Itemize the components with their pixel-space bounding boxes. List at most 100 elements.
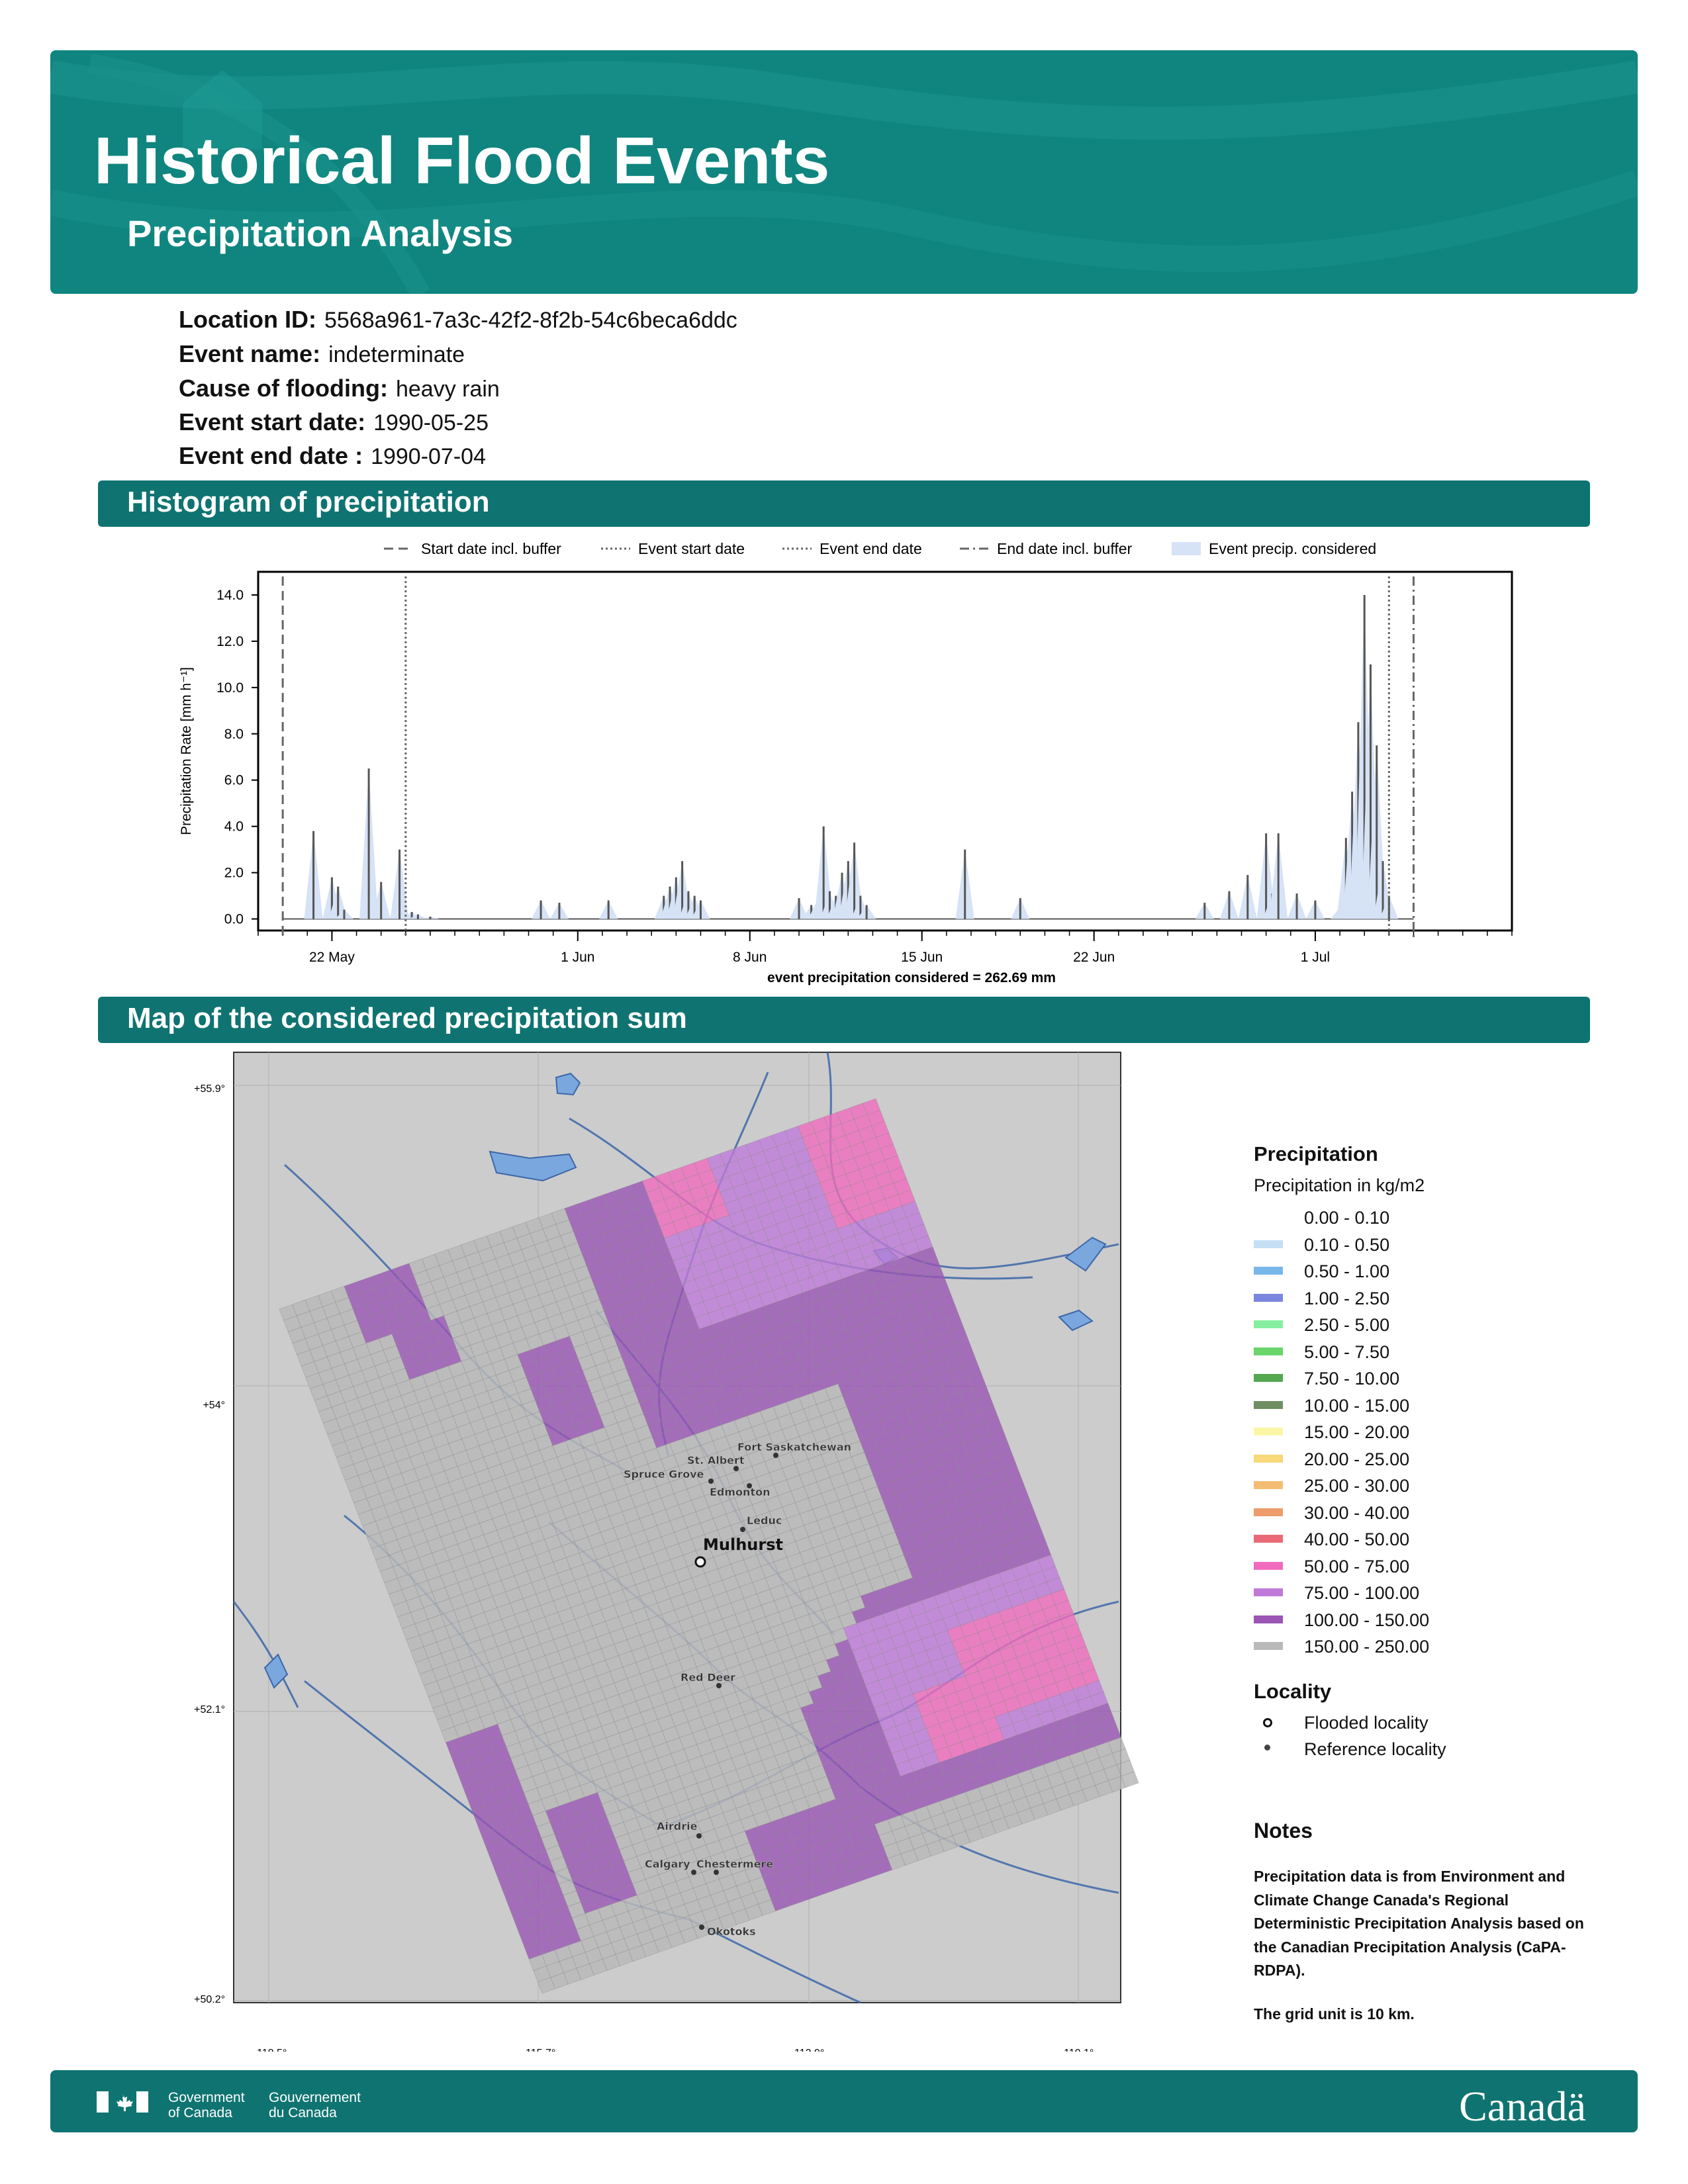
notes-grid-unit: The grid unit is 10 km. xyxy=(1254,2005,1415,2023)
notes-title: Notes xyxy=(1254,1819,1313,1843)
legend-swatch xyxy=(1254,1588,1283,1596)
gouvernement-du-canada-text: Gouvernement du Canada xyxy=(269,2090,361,2120)
legend-bin: 0.50 - 1.00 xyxy=(1254,1261,1624,1289)
precipitation-map: Fort SaskatchewanSt. AlbertSpruce Grove E… xyxy=(194,1052,1139,2052)
reference-locality-marker xyxy=(708,1479,714,1484)
chart-legend: Start date incl. buffer Event start date E… xyxy=(384,540,1376,557)
legend-bins: 0.00 - 0.10 0.10 - 0.50 0.50 - 1.00 1.00 - … xyxy=(1254,1208,1624,1664)
cause-label: Cause of flooding: xyxy=(179,375,388,402)
legend-bin: 50.00 - 75.00 xyxy=(1254,1557,1624,1584)
government-of-canada-text: Government of Canada xyxy=(168,2090,245,2120)
legend-bin: 2.50 - 5.00 xyxy=(1254,1315,1624,1342)
latitude-label: +50.2° xyxy=(194,1994,225,2005)
end-date-value: 1990-07-04 xyxy=(371,444,486,469)
x-tick-label: 8 Jun xyxy=(733,950,767,965)
legend-bin-label: 7.50 - 10.00 xyxy=(1304,1369,1400,1388)
reference-locality-label: Calgary xyxy=(645,1858,690,1870)
legend-bin-label: 20.00 - 25.00 xyxy=(1304,1449,1410,1469)
legend-bin-label: 40.00 - 50.00 xyxy=(1304,1529,1410,1549)
y-axis-label: Precipitation Rate [mm h⁻¹] xyxy=(179,667,194,835)
longitude-label: -118.5° xyxy=(254,2048,287,2052)
legend-fill-icon xyxy=(1172,542,1201,555)
reference-locality-label: Airdrie xyxy=(657,1820,698,1833)
legend-bin-label: 10.00 - 15.00 xyxy=(1304,1395,1410,1416)
y-tick-label: 10.0 xyxy=(216,680,244,696)
legend-bin: 40.00 - 50.00 xyxy=(1254,1529,1624,1557)
legend-swatch xyxy=(1254,1428,1283,1435)
x-tick-label: 1 Jul xyxy=(1301,950,1330,965)
legend-swatch xyxy=(1254,1293,1283,1302)
legend-swatch xyxy=(1254,1240,1283,1248)
latitude-label: +54° xyxy=(203,1400,225,1411)
legend-bin: 150.00 - 250.00 xyxy=(1254,1637,1624,1664)
legend-bin-label: 1.00 - 2.50 xyxy=(1304,1288,1390,1308)
flooded-locality-marker xyxy=(694,1556,706,1568)
y-tick-label: 6.0 xyxy=(224,773,244,788)
start-date-value: 1990-05-25 xyxy=(373,410,489,435)
legend-swatch xyxy=(1254,1320,1283,1328)
legend-label: Event precip. considered xyxy=(1209,540,1376,557)
reference-locality-label: Reference locality xyxy=(1304,1739,1446,1759)
reference-locality-label: Chestermere xyxy=(696,1858,773,1870)
legend-bin: 0.00 - 0.10 xyxy=(1254,1208,1624,1235)
chart-plot-area: 0.0 2.0 4.0 6.0 8.0 10.0 12.0 14.0 Precipitation… xyxy=(179,570,1513,985)
y-tick-label: 4.0 xyxy=(224,819,244,835)
longitude-label: -112.9° xyxy=(791,2048,825,2052)
canada-wordmark: Canadä xyxy=(1459,2083,1586,2130)
start-date-label: Event start date: xyxy=(179,408,366,435)
y-tick-label: 8.0 xyxy=(224,727,244,742)
legend-bin-label: 5.00 - 7.50 xyxy=(1304,1342,1390,1362)
legend-bin-label: 2.50 - 5.00 xyxy=(1304,1315,1390,1335)
legend-swatch xyxy=(1254,1267,1283,1275)
legend-bin: 1.00 - 2.50 xyxy=(1254,1289,1624,1316)
locality-legend-title: Locality xyxy=(1254,1679,1332,1703)
legend-swatch xyxy=(1254,1561,1283,1570)
legend-bin-label: 15.00 - 20.00 xyxy=(1304,1422,1410,1442)
legend-label: End date incl. buffer xyxy=(997,540,1132,557)
legend-reference-locality: Reference locality xyxy=(1254,1739,1624,1766)
legend-subtitle: Precipitation in kg/m2 xyxy=(1254,1175,1425,1195)
legend-swatch xyxy=(1254,1535,1283,1543)
location-id-row: Location ID: 5568a961-7a3c-42f2-8f2b-54c6… xyxy=(179,306,737,334)
longitude-label: -115.7° xyxy=(522,2048,556,2052)
x-tick-label: 22 Jun xyxy=(1073,950,1115,965)
reference-locality-marker xyxy=(714,1870,719,1875)
page-title: Historical Flood Events xyxy=(94,124,830,198)
legend-swatch xyxy=(1254,1374,1283,1382)
legend-swatch xyxy=(1254,1642,1283,1650)
reference-locality-marker xyxy=(699,1925,704,1930)
location-id-value: 5568a961-7a3c-42f2-8f2b-54c6beca6ddc xyxy=(324,308,737,333)
precipitation-histogram: Start date incl. buffer Event start date E… xyxy=(179,540,1513,985)
legend-bin-label: 25.00 - 30.00 xyxy=(1304,1476,1410,1496)
y-tick-label: 2.0 xyxy=(224,866,244,881)
y-tick-label: 0.0 xyxy=(224,912,244,927)
legend-bin: 0.10 - 0.50 xyxy=(1254,1235,1624,1262)
legend-swatch xyxy=(1254,1213,1283,1221)
legend-bin-label: 0.50 - 1.00 xyxy=(1304,1261,1390,1281)
reference-locality-marker xyxy=(716,1683,722,1688)
legend-swatch xyxy=(1254,1481,1283,1489)
legend-swatch xyxy=(1254,1454,1283,1463)
reference-locality-label: Red Deer xyxy=(680,1671,735,1684)
legend-bin-label: 0.10 - 0.50 xyxy=(1304,1234,1390,1255)
legend-swatch xyxy=(1254,1400,1283,1409)
longitude-label: -110.1° xyxy=(1060,2048,1094,2052)
map-section-title: Map of the considered precipitation sum xyxy=(127,1002,687,1034)
legend-swatch xyxy=(1254,1347,1283,1355)
start-date-row: Event start date: 1990-05-25 xyxy=(179,408,489,436)
flooded-locality-label: Mulhurst xyxy=(703,1535,783,1554)
legend-bin-label: 75.00 - 100.00 xyxy=(1304,1583,1420,1603)
legend-swatch xyxy=(1254,1508,1283,1516)
reference-locality-label: Leduc xyxy=(747,1514,782,1527)
end-date-row: Event end date : 1990-07-04 xyxy=(179,442,486,470)
cause-row: Cause of flooding: heavy rain xyxy=(179,375,500,402)
y-tick-label: 14.0 xyxy=(216,588,244,603)
legend-label: Event start date xyxy=(638,540,745,557)
map-legend: Precipitation Precipitation in kg/m2 0.0… xyxy=(1254,1142,1624,1766)
legend-title: Precipitation xyxy=(1254,1142,1378,1165)
map-section-bar: Map of the considered precipitation sum xyxy=(98,997,1590,1043)
latitude-label: +52.1° xyxy=(194,1704,225,1715)
event-name-value: indeterminate xyxy=(328,342,465,367)
x-axis-label: event precipitation considered = 262.69 … xyxy=(767,970,1056,985)
legend-bin: 10.00 - 15.00 xyxy=(1254,1396,1624,1423)
